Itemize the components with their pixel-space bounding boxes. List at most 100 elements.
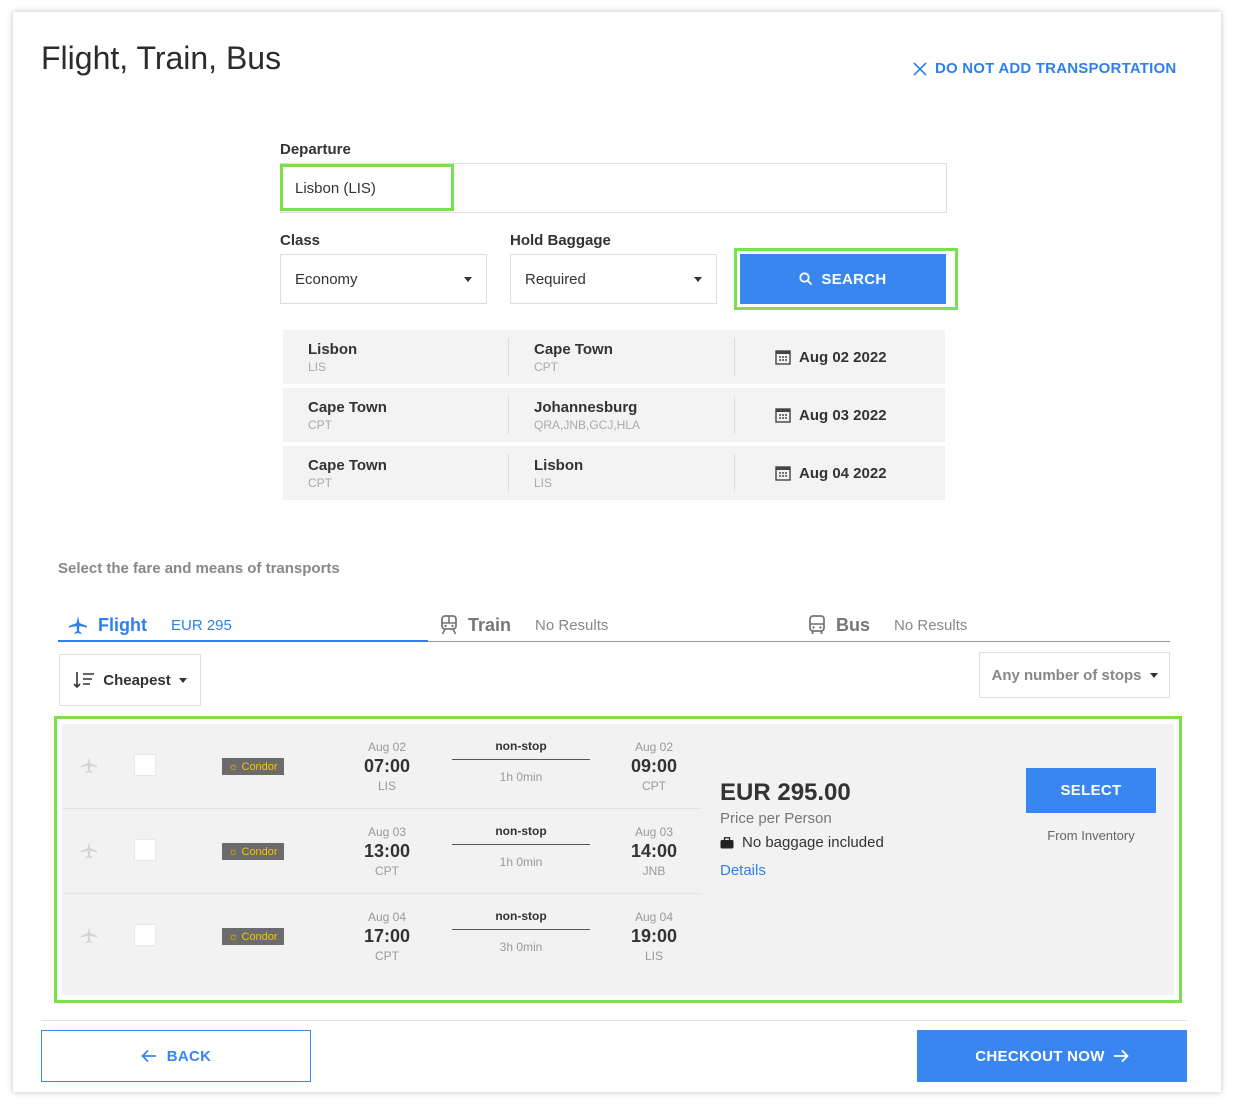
route-line [452,929,590,930]
airline-name: Condor [241,760,278,773]
tab-flight-info: EUR 295 [170,616,232,634]
search-icon [799,272,813,286]
departure-code: CPT [375,949,399,963]
page-title: Flight, Train, Bus [41,40,282,76]
origin-city: Cape Town [308,456,387,474]
leg-date: Aug 03 2022 [735,407,887,424]
departure-code: LIS [377,779,396,793]
transport-card: Flight, Train, Bus DO NOT ADD TRANSPORTA… [13,12,1221,1092]
class-value: Economy [295,270,358,288]
departure-date: Aug 03 [367,825,407,839]
close-icon [913,61,927,76]
footer-divider [41,1020,1187,1021]
baggage-select[interactable]: Required [510,254,717,304]
arrival-block: Aug 02 09:00 CPT [614,740,694,793]
flight-segment-row: ☼ Condor Aug 02 07:00 LIS non-stop 1h 0mi… [62,724,702,809]
tab-bus[interactable]: Bus No Results [808,608,967,642]
leg-date-text: Aug 02 2022 [799,348,887,366]
destination-city: Lisbon [534,456,584,474]
stops-filter-dropdown[interactable]: Any number of stops [979,652,1170,698]
plane-icon [80,841,98,859]
calendar-icon [775,466,791,481]
sort-dropdown[interactable]: Cheapest [59,654,201,706]
transport-tabs: Flight EUR 295 Train No Results Bus No R… [58,608,1170,642]
chevron-down-icon [178,677,187,683]
stops-filter-label: Any number of stops [991,666,1142,684]
baggage-value: Required [525,270,586,288]
sun-icon: ☼ [228,845,239,858]
duration: 1h 0min [499,855,543,869]
leg-date: Aug 04 2022 [735,465,887,482]
leg-destination: Johannesburg QRA,JNB,GCJ,HLA [509,399,734,432]
airline-logo: ☼ Condor [222,843,284,860]
stops-label: non-stop [495,909,547,923]
class-select[interactable]: Economy [280,254,487,304]
airline-name: Condor [241,930,278,943]
destination-city: Cape Town [534,340,613,358]
arrival-time: 14:00 [630,841,678,861]
segment-checkbox[interactable] [134,754,156,776]
tab-train-info: No Results [535,616,609,634]
itinerary-legs: Lisbon LIS Cape Town CPT Aug 02 2022 Cap… [283,330,945,500]
sort-icon [73,672,95,689]
sort-label: Cheapest [103,671,171,689]
arrival-code: LIS [644,949,663,963]
departure-time: 07:00 [363,756,411,776]
baggage-label: Hold Baggage [510,232,611,249]
route-line [452,844,590,845]
arrival-code: CPT [642,779,666,793]
tab-flight[interactable]: Flight EUR 295 [68,608,232,642]
tab-train[interactable]: Train No Results [440,608,608,642]
skip-transport-label: DO NOT ADD TRANSPORTATION [935,60,1177,77]
destination-code: CPT [534,359,558,374]
leg-date: Aug 02 2022 [735,349,887,366]
departure-date: Aug 04 [367,910,407,924]
leg-destination: Cape Town CPT [509,341,734,374]
departure-code: CPT [375,864,399,878]
destination-code: QRA,JNB,GCJ,HLA [534,417,641,432]
leg-origin: Cape Town CPT [283,399,508,432]
departure-block: Aug 04 17:00 CPT [347,910,427,963]
search-button[interactable]: SEARCH [740,254,946,304]
fare-source: From Inventory [1047,828,1135,843]
leg-row: Cape Town CPT Lisbon LIS Aug 04 2022 [283,446,945,500]
search-button-label: SEARCH [821,270,887,288]
active-tab-indicator [58,640,428,642]
tab-bus-label: Bus [836,614,871,635]
select-fare-button[interactable]: SELECT [1026,768,1156,813]
arrow-left-icon [140,1049,156,1063]
flight-result-card: ☼ Condor Aug 02 07:00 LIS non-stop 1h 0mi… [62,724,1174,995]
details-link[interactable]: Details [720,862,766,879]
segment-checkbox[interactable] [134,839,156,861]
airline-logo: ☼ Condor [222,928,284,945]
bus-icon [809,615,825,634]
flight-segment-row: ☼ Condor Aug 04 17:00 CPT non-stop 3h 0mi… [62,894,702,979]
plane-icon [69,616,87,634]
segment-checkbox[interactable] [134,924,156,946]
departure-time: 13:00 [363,841,411,861]
skip-transport-button[interactable]: DO NOT ADD TRANSPORTATION [913,60,1176,77]
origin-city: Lisbon [308,340,358,358]
departure-label: Departure [280,141,351,158]
leg-date-text: Aug 04 2022 [799,464,887,482]
chevron-down-icon [694,276,702,282]
tab-train-label: Train [468,614,512,635]
leg-destination: Lisbon LIS [509,457,734,490]
origin-code: LIS [308,359,327,374]
route-line [452,759,590,760]
result-highlight: ☼ Condor Aug 02 07:00 LIS non-stop 1h 0mi… [54,716,1182,1003]
price-note: Price per Person [720,810,832,827]
arrival-code: JNB [642,864,666,878]
leg-origin: Lisbon LIS [283,341,508,374]
baggage-info: No baggage included [720,834,884,851]
departure-date: Aug 02 [367,740,407,754]
train-icon [441,615,457,635]
arrow-right-icon [1113,1049,1129,1063]
back-button[interactable]: BACK [41,1030,311,1082]
chevron-down-icon [1149,672,1158,678]
checkout-button[interactable]: CHECKOUT NOW [917,1030,1187,1082]
back-button-label: BACK [166,1047,212,1065]
sun-icon: ☼ [228,760,239,773]
select-button-label: SELECT [1060,782,1122,799]
flight-segment-row: ☼ Condor Aug 03 13:00 CPT non-stop 1h 0mi… [62,809,702,894]
